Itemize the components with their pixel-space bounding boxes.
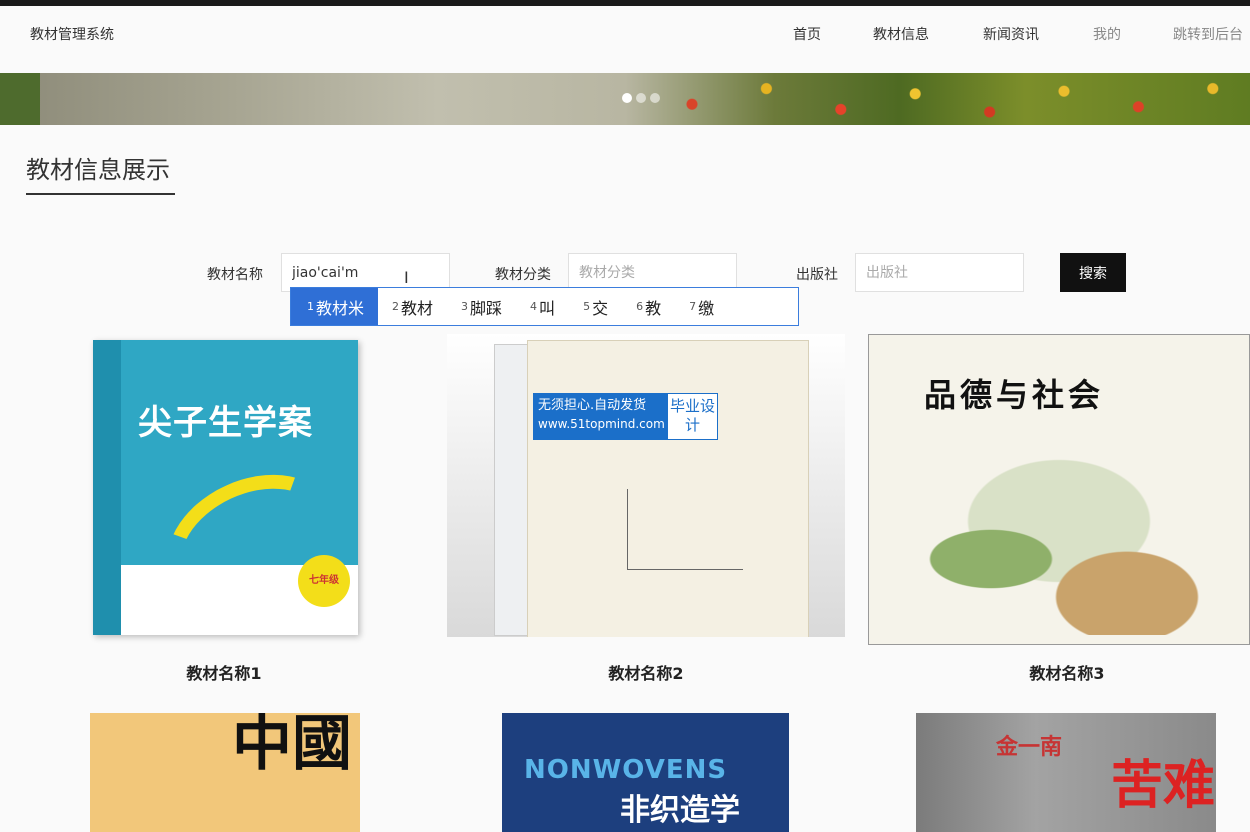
book-cover-1[interactable]: 尖子生学案 七年级: [93, 340, 358, 635]
book-cover-text: 金一南: [996, 735, 1063, 760]
book-spine: [494, 344, 531, 636]
carousel-dot-3[interactable]: [650, 93, 660, 103]
book-cover-text: 中國: [232, 713, 352, 779]
section-title: 教材信息展示: [26, 156, 170, 184]
text-cursor-icon: I: [404, 268, 409, 287]
category-label: 教材分类: [495, 267, 551, 283]
carousel-dot-1[interactable]: [622, 93, 632, 103]
ime-candidate-box: 1 教材米 2 教材 3 脚踩 4叫 5交 6教 7缴: [290, 287, 799, 326]
publisher-input[interactable]: [855, 253, 1024, 292]
book-title-2[interactable]: 教材名称2: [546, 660, 746, 684]
banner-image-left: [0, 73, 40, 125]
navbar: 教材管理系统 首页 教材信息 新闻资讯 我的 跳转到后台: [0, 6, 1250, 73]
ime-candidate[interactable]: 1 教材米: [291, 288, 379, 325]
book-title-1[interactable]: 教材名称1: [124, 660, 324, 684]
book-cover-6[interactable]: 金一南 苦难: [916, 713, 1216, 832]
name-label: 教材名称: [207, 267, 263, 283]
nav-admin[interactable]: 跳转到后台: [1173, 24, 1243, 44]
watermark-badge: 无须担心.自动发货 www.51topmind.com 毕业设计: [533, 393, 718, 440]
book-cover-5[interactable]: NONWOVENS 非织造学: [502, 713, 789, 832]
nav-mine[interactable]: 我的: [1093, 24, 1121, 44]
book-cover-text: 品德与社会: [924, 376, 1105, 414]
book-cover-text: 尖子生学案: [138, 403, 313, 443]
section-title-underline: [26, 193, 175, 195]
book-cover-text: NONWOVENS: [524, 755, 728, 785]
cover-badge-icon: 七年级: [298, 555, 350, 607]
publisher-label: 出版社: [796, 267, 838, 283]
book-cover-text: 苦难: [1111, 755, 1216, 816]
book-cover-2[interactable]: 学 I: [447, 334, 845, 637]
ime-candidate[interactable]: 6教: [622, 288, 675, 325]
nav-news[interactable]: 新闻资讯: [983, 24, 1039, 44]
ime-candidate[interactable]: 7缴: [675, 288, 728, 325]
book-cover-text: 非织造学: [620, 793, 740, 828]
book-cover-3[interactable]: 品德与社会: [868, 334, 1250, 645]
nav-textbook-info[interactable]: 教材信息: [873, 24, 929, 44]
search-button[interactable]: 搜索: [1060, 253, 1126, 292]
nav-home[interactable]: 首页: [793, 24, 821, 44]
cover-chart-icon: [627, 489, 743, 570]
book-cover-4[interactable]: 中國: [90, 713, 360, 832]
book-spine: [93, 340, 121, 635]
ime-candidate[interactable]: 5交: [569, 288, 622, 325]
ime-candidate[interactable]: 3 脚踩: [447, 288, 516, 325]
ime-candidate[interactable]: 4叫: [516, 288, 569, 325]
carousel-indicators: [622, 93, 660, 103]
banner-image-flowers: [630, 73, 1250, 125]
book-title-3[interactable]: 教材名称3: [967, 660, 1167, 684]
ime-candidate[interactable]: 2 教材: [378, 288, 447, 325]
carousel-dot-2[interactable]: [636, 93, 646, 103]
brand-logo[interactable]: 教材管理系统: [30, 24, 114, 44]
cover-illustration: [889, 445, 1229, 635]
